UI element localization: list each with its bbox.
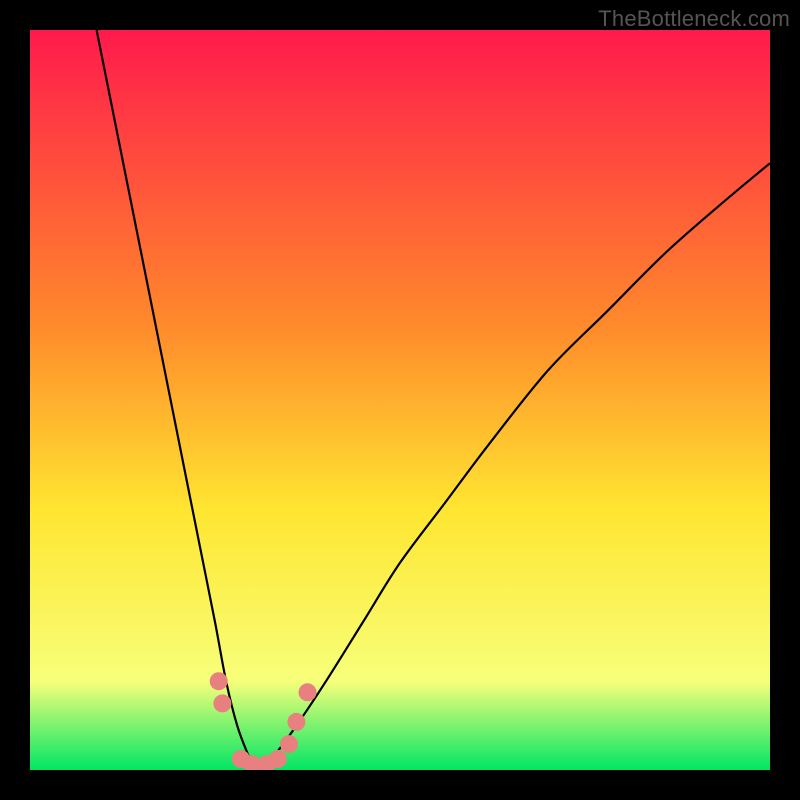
data-dot xyxy=(213,694,231,712)
chart-svg xyxy=(30,30,770,770)
watermark-text: TheBottleneck.com xyxy=(598,6,790,32)
data-dot xyxy=(280,735,298,753)
plot-area xyxy=(30,30,770,770)
data-dot xyxy=(269,750,287,768)
gradient-background xyxy=(30,30,770,770)
data-dot xyxy=(210,672,228,690)
data-dot xyxy=(287,713,305,731)
data-dot xyxy=(299,683,317,701)
chart-frame: TheBottleneck.com xyxy=(0,0,800,800)
